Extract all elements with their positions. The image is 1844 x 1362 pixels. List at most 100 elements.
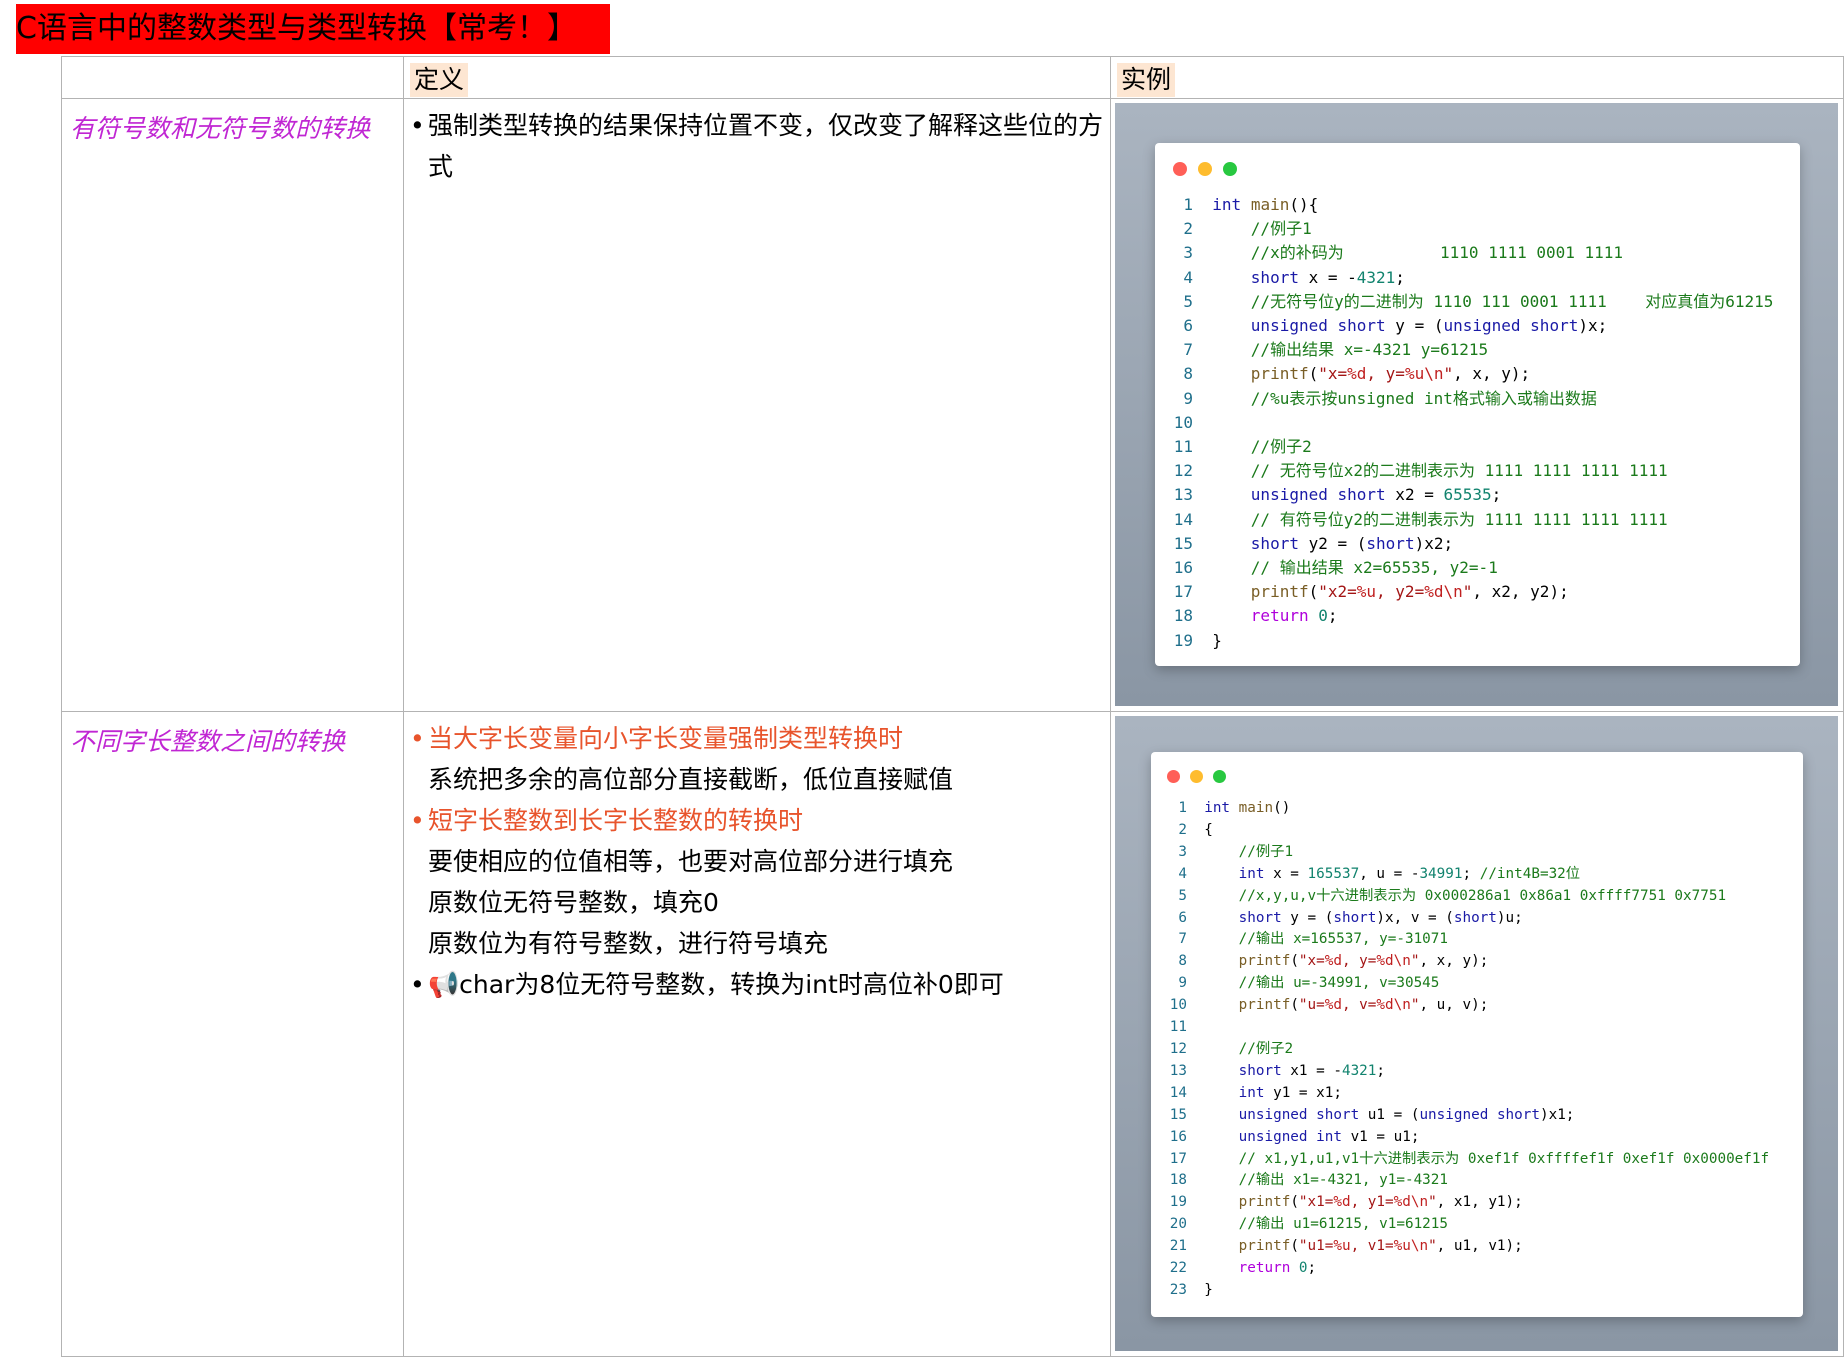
window-controls [1167, 768, 1236, 787]
line-number: 8 [1178, 953, 1187, 970]
example-cell-signed-unsigned: 1 int main(){ 2 //例子1 3 //x的补码为 1110 111… [1110, 98, 1844, 712]
code-line: int main() [1204, 800, 1291, 816]
header-cell-definition: 定义 [403, 56, 1111, 99]
definition-cell-signed-unsigned: • 强制类型转换的结果保持位置不变，仅改变了解释这些位的方式 [403, 98, 1111, 712]
line-number: 15 [1173, 533, 1193, 553]
line-number: 4 [1183, 267, 1193, 287]
line-number: 17 [1173, 582, 1193, 602]
code-line: printf("u1=%u, v1=%u\n", u1, v1); [1238, 1238, 1523, 1255]
header-cell-empty [61, 56, 404, 99]
code-line: unsigned int v1 = u1; [1238, 1128, 1420, 1145]
line-number: 8 [1183, 364, 1193, 384]
code-line: //输出 x=165537, y=-31071 [1238, 931, 1449, 948]
code-line: unsigned short u1 = (unsigned short)x1; [1238, 1106, 1575, 1123]
code-line: //x的补码为 1110 1111 0001 1111 [1250, 243, 1624, 263]
bullet-icon: • [410, 111, 425, 140]
bullet-icon: • [410, 724, 425, 753]
code-line: { [1204, 821, 1213, 838]
line-number: 16 [1169, 1128, 1187, 1145]
definition-item: 原数位无符号整数，填充0 [410, 882, 1110, 923]
code-line: short y2 = (short)x2; [1250, 533, 1454, 553]
definition-text: 当大字长变量向小字长变量强制类型转换时 [428, 724, 904, 753]
line-number: 14 [1169, 1084, 1187, 1101]
maximize-dot-icon [1223, 162, 1237, 176]
table-header-row: 定义 实例 [61, 56, 1844, 99]
code-line: unsigned short y = (unsigned short)x; [1250, 316, 1608, 336]
header-label-example: 实例 [1117, 63, 1176, 97]
line-number: 1 [1183, 195, 1193, 214]
code-block: 1 int main() 2 { 3 //例子1 4 int x = 16553… [1165, 798, 1769, 1302]
code-background: 1 int main() 2 { 3 //例子1 4 int x = 16553… [1115, 716, 1838, 1351]
example-cell-width-conversion: 1 int main() 2 { 3 //例子1 4 int x = 16553… [1110, 711, 1844, 1357]
definition-text: 短字长整数到长字长整数的转换时 [428, 806, 804, 835]
definition-text: 要使相应的位值相等，也要对高位部分进行填充 [428, 847, 954, 876]
line-number: 4 [1178, 865, 1187, 882]
line-number: 22 [1169, 1260, 1187, 1277]
code-line: } [1212, 630, 1222, 650]
code-line: printf("x1=%d, y1=%d\n", x1, y1); [1238, 1194, 1523, 1211]
code-line: printf("u=%d, v=%d\n", u, v); [1238, 997, 1489, 1014]
header-cell-example: 实例 [1110, 56, 1844, 99]
code-line: // 输出结果 x2=65535, y2=-1 [1250, 558, 1498, 578]
minimize-dot-icon [1190, 770, 1203, 783]
code-line: //输出 u=-34991, v=30545 [1238, 975, 1440, 992]
code-background: 1 int main(){ 2 //例子1 3 //x的补码为 1110 111… [1115, 103, 1838, 706]
table-row-width-conversion: 不同字长整数之间的转换 • 当大字长变量向小字长变量强制类型转换时 系统把多余的高位… [61, 711, 1844, 1357]
code-line: int y1 = x1; [1238, 1084, 1342, 1101]
code-line: short x1 = -4321; [1238, 1062, 1386, 1079]
line-number: 2 [1178, 821, 1187, 838]
line-number: 9 [1178, 975, 1187, 992]
row-label-width-conversion: 不同字长整数之间的转换 [61, 711, 404, 1357]
definition-item: 原数位为有符号整数，进行符号填充 [410, 923, 1110, 964]
code-line: //无符号位y的二进制为 1110 111 0001 1111 对应真值为612… [1250, 291, 1774, 311]
code-line: return 0; [1250, 606, 1338, 626]
line-number: 3 [1183, 243, 1193, 263]
definition-text: 原数位无符号整数，填充0 [428, 888, 719, 917]
line-number: 19 [1169, 1194, 1187, 1211]
line-number: 17 [1169, 1150, 1187, 1167]
line-number: 19 [1173, 630, 1193, 650]
line-number: 10 [1173, 412, 1193, 432]
definition-list: • 当大字长变量向小字长变量强制类型转换时 系统把多余的高位部分直接截断，低位直接赋… [410, 718, 1110, 1005]
line-number: 15 [1169, 1106, 1187, 1123]
code-line: // x1,y1,u1,v1十六进制表示为 0xef1f 0xffffef1f … [1238, 1150, 1770, 1167]
line-number: 18 [1173, 606, 1193, 626]
line-number: 12 [1169, 1040, 1187, 1057]
line-number: 6 [1178, 909, 1187, 926]
definition-item: • 📢char为8位无符号整数，转换为int时高位补0即可 [410, 964, 1110, 1005]
definition-text: 原数位为有符号整数，进行符号填充 [428, 929, 829, 958]
code-line: // 有符号位y2的二进制表示为 1111 1111 1111 1111 [1250, 509, 1668, 529]
definition-item: • 强制类型转换的结果保持位置不变，仅改变了解释这些位的方式 [410, 105, 1110, 187]
definition-cell-width-conversion: • 当大字长变量向小字长变量强制类型转换时 系统把多余的高位部分直接截断，低位直接赋… [403, 711, 1111, 1357]
code-window: 1 int main(){ 2 //例子1 3 //x的补码为 1110 111… [1155, 143, 1800, 666]
code-block: 1 int main(){ 2 //例子1 3 //x的补码为 1110 111… [1171, 193, 1774, 653]
code-line: // 无符号位x2的二进制表示为 1111 1111 1111 1111 [1250, 461, 1668, 481]
line-number: 10 [1169, 997, 1187, 1014]
code-line: //例子1 [1238, 843, 1294, 860]
line-number: 13 [1173, 485, 1193, 505]
definition-text: 强制类型转换的结果保持位置不变，仅改变了解释这些位的方式 [428, 111, 1104, 181]
code-line: int main(){ [1212, 195, 1319, 214]
line-number: 14 [1173, 509, 1193, 529]
bullet-icon: • [410, 970, 425, 999]
window-controls [1173, 161, 1248, 180]
code-line: unsigned short x2 = 65535; [1250, 485, 1502, 505]
line-number: 21 [1169, 1238, 1187, 1255]
close-dot-icon [1167, 770, 1180, 783]
code-line: printf("x=%d, y=%u\n", x, y); [1250, 364, 1531, 384]
conversion-table: 定义 实例 有符号数和无符号数的转换 • 强制类型转换的结果保持位置不变，仅改变了… [61, 56, 1844, 1357]
code-line: //x,y,u,v十六进制表示为 0x000286a1 0x86a1 0xfff… [1238, 887, 1727, 904]
line-number: 13 [1169, 1062, 1187, 1079]
close-dot-icon [1173, 162, 1187, 176]
code-line: int x = 165537, u = -34991; //int4B=32位 [1238, 865, 1581, 882]
line-number: 9 [1183, 388, 1193, 408]
code-line: //例子1 [1250, 219, 1312, 239]
line-number: 16 [1173, 558, 1193, 578]
line-number: 11 [1169, 1019, 1187, 1036]
line-number: 7 [1178, 931, 1187, 948]
row-label-signed-unsigned: 有符号数和无符号数的转换 [61, 98, 404, 712]
code-line: //输出 x1=-4321, y1=-4321 [1238, 1172, 1449, 1189]
code-line: //输出 u1=61215, v1=61215 [1238, 1216, 1449, 1233]
line-number: 5 [1178, 887, 1187, 904]
code-line: } [1204, 1281, 1213, 1298]
